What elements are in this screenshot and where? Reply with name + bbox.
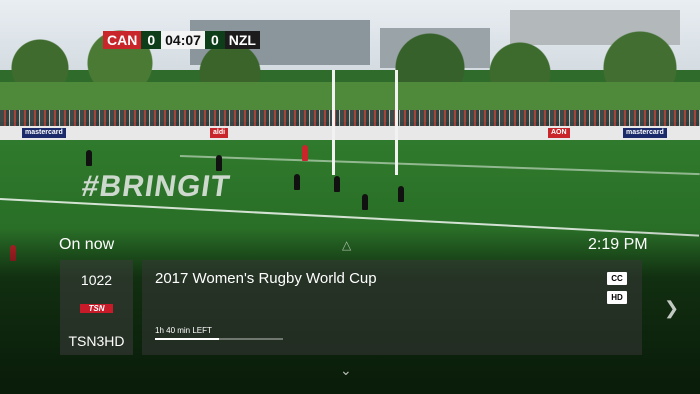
- channel-card[interactable]: 1022 TSN TSN3HD: [60, 260, 133, 355]
- player: [398, 186, 404, 202]
- advert-board: mastercard: [22, 128, 66, 138]
- player: [216, 155, 222, 171]
- section-label: On now: [59, 236, 115, 253]
- channel-logo: TSN: [80, 304, 113, 313]
- player: [302, 145, 308, 161]
- progress-fill: [155, 338, 219, 340]
- program-title: 2017 Women's Rugby World Cup: [155, 270, 377, 287]
- field-branding: #BRINGIT: [79, 170, 233, 203]
- advert-board: AON: [548, 128, 570, 138]
- score-bug: CAN 0 04:07 0 NZL: [103, 31, 260, 49]
- closed-caption-badge: CC: [607, 272, 627, 285]
- player: [86, 150, 92, 166]
- player: [362, 194, 368, 210]
- channel-number: 1022: [80, 272, 113, 288]
- current-time: 2:19 PM: [588, 236, 648, 253]
- goal-post: [332, 70, 335, 175]
- team-a-score: 0: [141, 31, 162, 49]
- team-b-label: NZL: [224, 31, 260, 49]
- advert-board: mastercard: [623, 128, 667, 138]
- program-card[interactable]: 2017 Women's Rugby World Cup CC HD 1h 40…: [142, 260, 642, 355]
- player: [294, 174, 300, 190]
- channel-name: TSN3HD: [68, 333, 125, 349]
- progress-bar: [155, 338, 283, 340]
- time-remaining: 1h 40 min LEFT: [155, 326, 212, 335]
- player: [334, 176, 340, 192]
- chevron-right-icon[interactable]: ❯: [664, 298, 679, 319]
- team-a-label: CAN: [103, 31, 142, 49]
- chevron-up-icon[interactable]: △: [342, 238, 351, 252]
- team-b-score: 0: [204, 31, 225, 49]
- goal-post: [395, 70, 398, 175]
- chevron-down-icon[interactable]: ⌄: [340, 362, 352, 379]
- match-clock: 04:07: [161, 31, 205, 49]
- advert-board: aldi: [210, 128, 229, 138]
- hd-badge: HD: [607, 291, 627, 304]
